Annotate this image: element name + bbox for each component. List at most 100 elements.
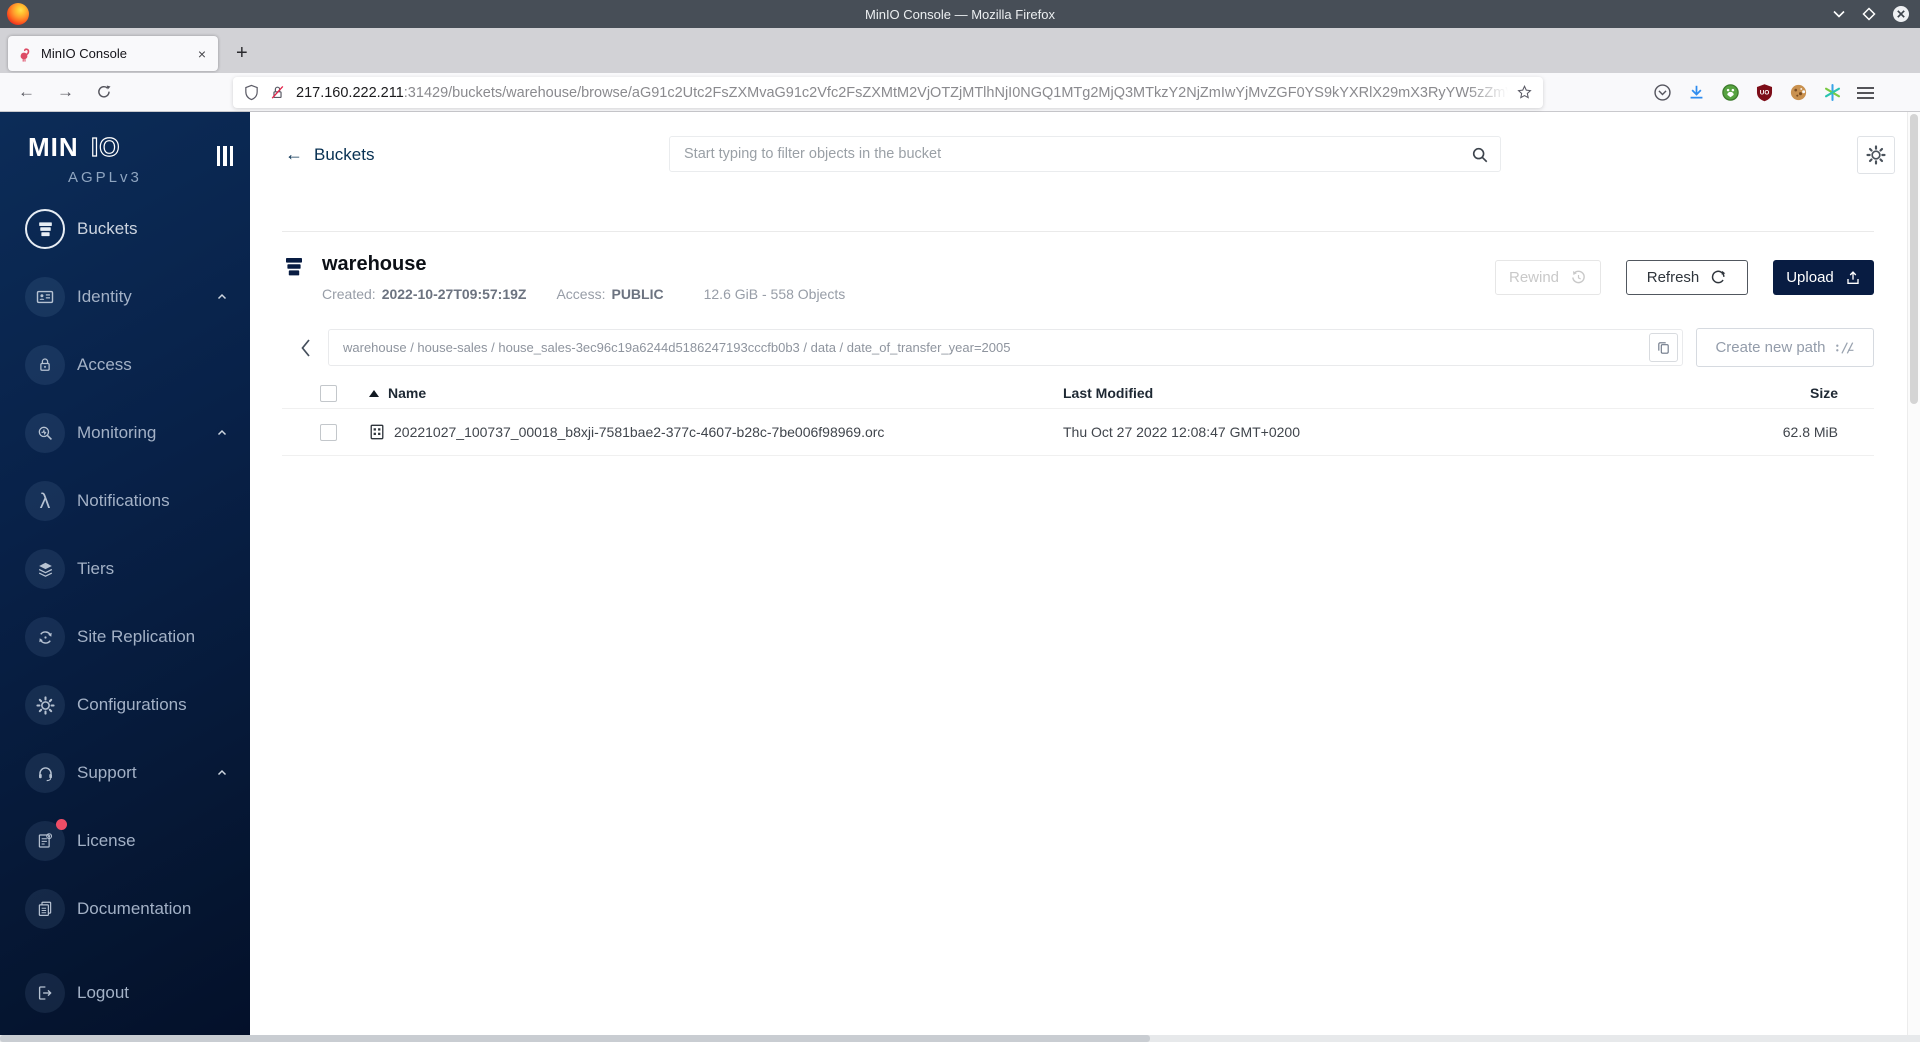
pocket-icon[interactable] [1653,83,1672,102]
notifications-lambda-icon: λ [25,481,65,521]
logout-icon [25,973,65,1013]
chevron-up-icon[interactable] [216,767,228,779]
sidebar-item-identity[interactable]: Identity [0,263,250,331]
window-maximize-button[interactable] [1862,7,1876,21]
refresh-icon [1712,270,1726,284]
object-name: 20221027_100737_00018_b8xji-7581bae2-377… [394,424,885,440]
breadcrumb-box: warehouse / house-sales / house_sales-3e… [328,329,1683,366]
sidebar-item-license[interactable]: License [0,807,250,875]
download-icon[interactable] [1687,83,1706,102]
asterisk-extension-icon[interactable] [1823,83,1842,102]
buckets-icon [25,209,65,249]
configurations-gear-icon [25,685,65,725]
tab-title: MinIO Console [41,46,127,61]
sidebar-collapse-icon[interactable] [216,146,233,166]
objects-table: Name Last Modified Size 20221027_100737_… [282,378,1874,456]
url-bar[interactable]: 217.160.222.211:31429/buckets/warehouse/… [233,77,1543,108]
window-titlebar: MinIO Console — Mozilla Firefox [0,0,1920,28]
sidebar-item-documentation[interactable]: Documentation [0,875,250,943]
new-path-icon [1835,341,1853,354]
identity-icon [25,277,65,317]
bucket-name: warehouse [322,253,427,275]
vertical-scrollbar-thumb[interactable] [1910,114,1918,404]
rewind-icon [1572,270,1585,284]
sort-ascending-icon[interactable] [369,389,379,397]
tiers-layers-icon [25,549,65,589]
table-header-row: Name Last Modified Size [282,378,1874,409]
chevron-up-icon[interactable] [216,427,228,439]
upload-button[interactable]: Upload [1773,260,1874,295]
created-label: Created: [322,286,376,302]
tab-close-icon[interactable]: × [195,46,209,62]
url-text[interactable]: 217.160.222.211:31429/buckets/warehouse/… [296,84,1508,101]
bucket-browser-section: warehouse Created: 2022-10-27T09:57:19Z … [282,231,1874,456]
cookie-extension-icon[interactable] [1789,83,1808,102]
column-header-size[interactable]: Size [1623,385,1838,401]
sidebar-item-tiers[interactable]: Tiers [0,535,250,603]
url-host: 217.160.222.211 [296,84,404,101]
minio-logo: MIN IO AGPLv3 [0,112,250,186]
back-link-label: Buckets [314,144,375,164]
breadcrumb-path[interactable]: warehouse / house-sales / house_sales-3e… [343,340,1649,355]
refresh-button[interactable]: Refresh [1626,260,1748,295]
object-size: 62.8 MiB [1782,424,1838,440]
path-back-chevron[interactable] [296,336,322,360]
support-headset-icon [25,753,65,793]
bucket-meta: Created: 2022-10-27T09:57:19Z Access: PU… [322,286,845,302]
access-value: PUBLIC [611,286,664,302]
select-all-checkbox[interactable] [320,384,337,402]
minio-sidebar: MIN IO AGPLv3 Buckets Identity Access Mo… [0,112,250,1042]
svg-text:UO: UO [1760,89,1770,96]
sidebar-item-notifications[interactable]: λ Notifications [0,467,250,535]
search-icon [1471,146,1489,164]
horizontal-scrollbar-thumb[interactable] [0,1035,1150,1042]
tab-bar: MinIO Console × + [0,28,1920,73]
rewind-button[interactable]: Rewind [1495,260,1601,295]
sidebar-item-site-replication[interactable]: Site Replication [0,603,250,671]
browser-reload-button[interactable] [96,84,112,100]
minio-flamingo-favicon [20,47,30,62]
back-arrow-icon: ← [285,144,303,164]
sidebar-item-support[interactable]: Support [0,739,250,807]
bookmark-star-icon[interactable] [1516,84,1533,101]
column-header-name[interactable]: Name [388,385,426,401]
replication-sync-icon [25,617,65,657]
horizontal-scrollbar[interactable] [0,1035,1920,1042]
browser-tab-minio-console[interactable]: MinIO Console × [8,36,218,71]
create-new-path-button[interactable]: Create new path [1696,328,1874,367]
license-alert-badge [56,819,67,830]
object-file-icon [370,424,384,440]
sidebar-item-monitoring[interactable]: Monitoring [0,399,250,467]
row-checkbox[interactable] [320,423,337,441]
sidebar-item-access[interactable]: Access [0,331,250,399]
browser-forward-button[interactable]: → [57,82,74,102]
insecure-lock-icon[interactable] [269,84,286,101]
shield-permissions-icon[interactable] [243,84,260,101]
settings-button[interactable] [1857,136,1895,174]
sidebar-item-buckets[interactable]: Buckets [0,195,250,263]
chevron-up-icon[interactable] [216,291,228,303]
sidebar-item-configurations[interactable]: Configurations [0,671,250,739]
ublock-origin-icon[interactable]: UO [1755,83,1774,102]
back-to-buckets-link[interactable]: ← Buckets [285,144,374,165]
license-icon [25,819,67,861]
hamburger-menu-icon[interactable] [1857,86,1874,100]
search-box [669,136,1501,172]
column-header-modified[interactable]: Last Modified [1063,385,1623,401]
window-close-button[interactable] [1892,5,1910,23]
svg-text:IO: IO [91,134,120,162]
minio-license-tag: AGPLv3 [68,169,142,186]
vertical-scrollbar[interactable] [1907,112,1920,1035]
new-tab-button[interactable]: + [236,42,248,65]
window-minimize-button[interactable] [1832,7,1846,21]
firefox-logo-icon [7,3,29,25]
sidebar-item-logout[interactable]: Logout [0,959,250,1027]
filter-objects-input[interactable] [670,137,1500,171]
window-title: MinIO Console — Mozilla Firefox [865,6,1055,22]
copy-path-button[interactable] [1649,333,1678,362]
url-path: :31429/buckets/warehouse/browse/aG91c2Ut… [403,84,1508,101]
browser-back-button[interactable]: ← [18,82,35,102]
access-lock-icon [25,345,65,385]
table-row[interactable]: 20221027_100737_00018_b8xji-7581bae2-377… [282,409,1874,456]
extension-badger-icon[interactable] [1721,83,1740,102]
